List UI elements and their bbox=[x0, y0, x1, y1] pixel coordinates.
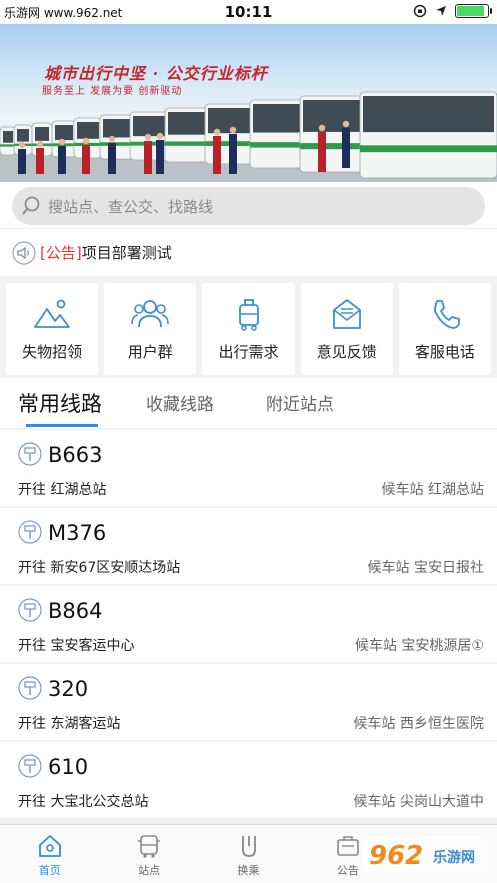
quick-label: 用户群 bbox=[127, 343, 173, 361]
nav-home[interactable]: 首页 bbox=[0, 825, 99, 883]
route-waiting-stop: 候车站 宝安桃源居① bbox=[354, 638, 484, 654]
luggage-icon bbox=[238, 299, 259, 331]
route-waiting-stop: 候车站 红湖总站 bbox=[381, 482, 484, 498]
route-waiting-stop: 候车站 宝安日报社 bbox=[367, 560, 484, 576]
route-destination: 开往 东湖客运站 bbox=[18, 716, 121, 732]
banner-sub-slogan: 服务至上 发展为要 创新驱动 bbox=[42, 86, 183, 97]
location-arrow-icon bbox=[436, 6, 446, 16]
route-waiting-stop: 候车站 尖岗山大道中 bbox=[353, 794, 484, 810]
bus-stop-sign-icon bbox=[18, 520, 42, 544]
bus-stop-icon bbox=[138, 835, 161, 858]
announcement-tag: [公告] bbox=[40, 244, 82, 262]
route-destination: 开往 宝安客运中心 bbox=[18, 638, 135, 654]
route-destination: 开往 大宝北公交总站 bbox=[18, 794, 149, 810]
bus-stop-sign-icon bbox=[18, 598, 42, 622]
route-item[interactable]: B663 开往 红湖总站 候车站 红湖总站 bbox=[0, 430, 497, 506]
quick-label: 客服电话 bbox=[414, 343, 475, 361]
route-waiting-stop: 候车站 西乡恒生医院 bbox=[353, 716, 484, 732]
nav-label: 首页 bbox=[38, 864, 61, 877]
transfer-icon bbox=[241, 836, 256, 857]
home-icon bbox=[38, 835, 61, 857]
notice-icon bbox=[337, 836, 359, 856]
watermark-number: 962 bbox=[369, 841, 423, 871]
bus-fleet-illustration bbox=[0, 91, 497, 182]
quick-actions: 失物招领 用户群 出行需求 意见反馈 客服电话 bbox=[0, 276, 497, 376]
quick-label: 意见反馈 bbox=[316, 343, 377, 361]
watermark-site: 乐游网 bbox=[433, 849, 475, 866]
quick-label: 出行需求 bbox=[218, 343, 279, 361]
route-tabs: 常用线路 收藏线路 附近站点 bbox=[0, 378, 497, 428]
nav-label: 换乘 bbox=[237, 864, 260, 877]
nav-transfer[interactable]: 换乘 bbox=[199, 825, 298, 883]
route-item[interactable]: B864 开往 宝安客运中心 候车站 宝安桃源居① bbox=[0, 586, 497, 662]
route-item[interactable]: 610 开往 大宝北公交总站 候车站 尖岗山大道中 bbox=[0, 742, 497, 818]
nav-label: 公告 bbox=[336, 864, 359, 877]
active-tab-indicator bbox=[26, 424, 98, 427]
quick-lost-found[interactable]: 失物招领 bbox=[6, 283, 99, 375]
search-placeholder: 搜站点、查公交、找路线 bbox=[48, 197, 214, 216]
hero-banner[interactable]: 城市出行中坚 · 公交行业标杆 服务至上 发展为要 创新驱动 bbox=[0, 24, 497, 182]
tab-nearby-stops[interactable]: 附近站点 bbox=[266, 390, 334, 415]
phone-icon bbox=[434, 300, 460, 329]
route-number: B864 bbox=[48, 599, 103, 623]
users-icon bbox=[131, 300, 170, 328]
route-item[interactable]: 320 开往 东湖客运站 候车站 西乡恒生医院 bbox=[0, 664, 497, 740]
tab-frequent-routes[interactable]: 常用线路 bbox=[18, 388, 102, 418]
mail-icon bbox=[332, 299, 361, 329]
status-bar: 乐游网 www.962.net 10:11 bbox=[0, 0, 497, 24]
route-number: M376 bbox=[48, 521, 107, 545]
speaker-icon bbox=[12, 240, 36, 265]
route-number: B663 bbox=[48, 443, 103, 467]
route-list: B663 开往 红湖总站 候车站 红湖总站 M376 开往 新安67区安顺达场站… bbox=[0, 430, 497, 820]
announcement-bar[interactable]: [公告] 项目部署测试 bbox=[0, 228, 497, 276]
route-number: 610 bbox=[48, 755, 89, 779]
announcement-text: 项目部署测试 bbox=[81, 244, 172, 262]
banner-slogan: 城市出行中坚 · 公交行业标杆 bbox=[44, 64, 268, 83]
nav-label: 站点 bbox=[138, 864, 161, 877]
route-number: 320 bbox=[48, 677, 89, 701]
site-watermark: 962 乐游网 bbox=[361, 832, 491, 876]
route-item[interactable]: M376 开往 新安67区安顺达场站 候车站 宝安日报社 bbox=[0, 508, 497, 584]
bus-stop-sign-icon bbox=[18, 442, 42, 466]
quick-label: 失物招领 bbox=[22, 343, 83, 361]
quick-service-phone[interactable]: 客服电话 bbox=[398, 283, 492, 375]
route-destination: 开往 红湖总站 bbox=[18, 482, 107, 498]
quick-user-group[interactable]: 用户群 bbox=[104, 283, 197, 375]
mountain-icon bbox=[34, 299, 70, 328]
quick-travel-demand[interactable]: 出行需求 bbox=[202, 283, 295, 375]
bus-stop-sign-icon bbox=[18, 676, 42, 700]
search-icon bbox=[22, 196, 40, 215]
search-input[interactable]: 搜站点、查公交、找路线 bbox=[12, 187, 485, 225]
nav-stops[interactable]: 站点 bbox=[99, 825, 198, 883]
search-section: 搜站点、查公交、找路线 bbox=[0, 182, 497, 228]
tab-favorite-routes[interactable]: 收藏线路 bbox=[146, 390, 214, 415]
quick-feedback[interactable]: 意见反馈 bbox=[300, 283, 393, 375]
bus-stop-sign-icon bbox=[18, 754, 42, 778]
route-destination: 开往 新安67区安顺达场站 bbox=[18, 560, 181, 576]
rotation-lock-icon bbox=[413, 4, 427, 18]
battery-icon bbox=[455, 4, 492, 18]
